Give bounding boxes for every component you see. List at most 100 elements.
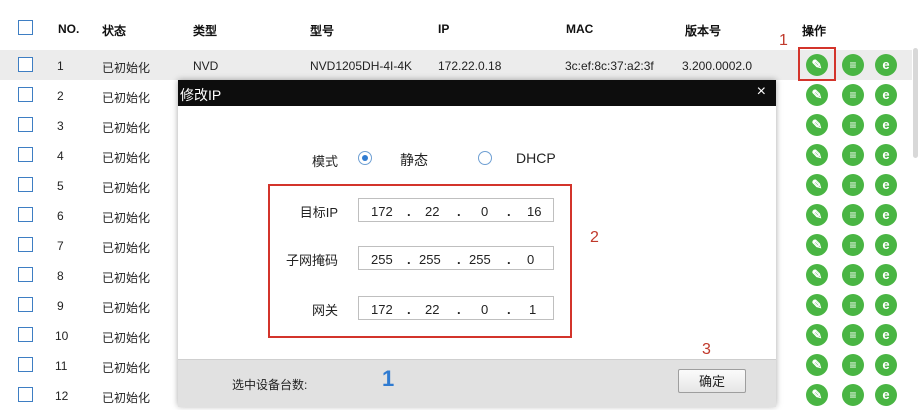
row-no: 6 xyxy=(57,209,64,223)
step-2-annotation: 2 xyxy=(590,229,599,246)
pencil-icon[interactable]: ✎ xyxy=(806,264,828,286)
browser-e-icon[interactable]: e xyxy=(875,264,897,286)
browser-e-icon[interactable]: e xyxy=(875,354,897,376)
select-all-checkbox[interactable] xyxy=(18,20,33,35)
row-no: 2 xyxy=(57,89,64,103)
edit-highlight-box xyxy=(798,47,836,81)
row-checkbox[interactable] xyxy=(18,57,33,72)
pencil-icon[interactable]: ✎ xyxy=(806,324,828,346)
row-status: 已初始化 xyxy=(102,151,151,165)
browser-e-icon[interactable]: e xyxy=(875,294,897,316)
row-no: 4 xyxy=(57,149,64,163)
browser-e-icon[interactable]: e xyxy=(875,204,897,226)
ip-input[interactable]: 172. 22. 0. 16 xyxy=(358,198,554,222)
close-icon[interactable]: × xyxy=(757,83,766,101)
row-model: NVD1205DH-4I-4K xyxy=(310,59,413,73)
row-checkbox[interactable] xyxy=(18,327,33,342)
document-icon[interactable]: ≡ xyxy=(842,174,864,196)
dhcp-radio[interactable] xyxy=(478,151,492,165)
row-mac: 3c:ef:8c:37:a2:3f xyxy=(565,59,654,73)
header-ops: 操作 xyxy=(802,24,827,38)
row-status: 已初始化 xyxy=(102,121,151,135)
browser-e-icon[interactable]: e xyxy=(875,54,897,76)
pencil-icon[interactable]: ✎ xyxy=(806,384,828,406)
selected-count-label: 选中设备台数: xyxy=(232,378,308,392)
pencil-icon[interactable]: ✎ xyxy=(806,114,828,136)
browser-e-icon[interactable]: e xyxy=(875,84,897,106)
row-no: 1 xyxy=(57,59,64,73)
modify-ip-dialog: 修改IP × 模式 静态 DHCP 目标IP 172. 22. 0. 16 子网… xyxy=(178,80,776,407)
row-status: 已初始化 xyxy=(102,181,151,195)
pencil-icon[interactable]: ✎ xyxy=(806,354,828,376)
row-checkbox[interactable] xyxy=(18,357,33,372)
document-icon[interactable]: ≡ xyxy=(842,204,864,226)
header-mac: MAC xyxy=(566,22,594,36)
row-no: 12 xyxy=(55,389,69,403)
table-row[interactable]: 1 已初始化 NVD NVD1205DH-4I-4K 172.22.0.18 3… xyxy=(0,50,912,80)
document-icon[interactable]: ≡ xyxy=(842,84,864,106)
scrollbar[interactable] xyxy=(913,48,918,158)
header-model: 型号 xyxy=(310,24,335,38)
document-icon[interactable]: ≡ xyxy=(842,384,864,406)
row-version: 3.200.0002.0 xyxy=(682,59,753,73)
browser-e-icon[interactable]: e xyxy=(875,234,897,256)
ip-label: 目标IP xyxy=(299,205,338,220)
document-icon[interactable]: ≡ xyxy=(842,144,864,166)
browser-e-icon[interactable]: e xyxy=(875,174,897,196)
selected-count: 1 xyxy=(382,366,395,391)
header-type: 类型 xyxy=(193,24,218,38)
row-checkbox[interactable] xyxy=(18,177,33,192)
mode-label: 模式 xyxy=(312,154,339,169)
browser-e-icon[interactable]: e xyxy=(875,324,897,346)
browser-e-icon[interactable]: e xyxy=(875,144,897,166)
row-no: 8 xyxy=(57,269,64,283)
document-icon[interactable]: ≡ xyxy=(842,234,864,256)
pencil-icon[interactable]: ✎ xyxy=(806,294,828,316)
row-status: 已初始化 xyxy=(102,271,151,285)
ok-button[interactable]: 确定 xyxy=(678,369,746,393)
pencil-icon[interactable]: ✎ xyxy=(806,84,828,106)
document-icon[interactable]: ≡ xyxy=(842,324,864,346)
row-status: 已初始化 xyxy=(102,331,151,345)
pencil-icon[interactable]: ✎ xyxy=(806,204,828,226)
row-no: 10 xyxy=(55,329,69,343)
gateway-input[interactable]: 172. 22. 0. 1 xyxy=(358,296,554,320)
row-status: 已初始化 xyxy=(102,301,151,315)
row-checkbox[interactable] xyxy=(18,237,33,252)
document-icon[interactable]: ≡ xyxy=(842,294,864,316)
pencil-icon[interactable]: ✎ xyxy=(806,234,828,256)
row-status: 已初始化 xyxy=(102,361,151,375)
row-status: 已初始化 xyxy=(102,391,151,405)
document-icon[interactable]: ≡ xyxy=(842,354,864,376)
subnet-mask-input[interactable]: 255. 255. 255. 0 xyxy=(358,246,554,270)
row-checkbox[interactable] xyxy=(18,87,33,102)
row-checkbox[interactable] xyxy=(18,297,33,312)
dhcp-label: DHCP xyxy=(516,150,556,166)
pencil-icon[interactable]: ✎ xyxy=(806,144,828,166)
row-checkbox[interactable] xyxy=(18,387,33,402)
document-icon[interactable]: ≡ xyxy=(842,114,864,136)
row-no: 7 xyxy=(57,239,64,253)
step-3-annotation: 3 xyxy=(702,341,711,358)
dialog-footer: 选中设备台数: 1 确定 xyxy=(178,359,776,407)
dialog-title: 修改IP xyxy=(180,87,222,103)
row-status: 已初始化 xyxy=(102,91,151,105)
header-no: NO. xyxy=(58,22,80,36)
row-checkbox[interactable] xyxy=(18,117,33,132)
row-type: NVD xyxy=(193,59,219,73)
document-icon[interactable]: ≡ xyxy=(842,54,864,76)
dialog-titlebar: 修改IP × xyxy=(178,80,776,106)
static-label: 静态 xyxy=(400,152,428,168)
row-no: 3 xyxy=(57,119,64,133)
dialog-body: 模式 静态 DHCP 目标IP 172. 22. 0. 16 子网掩码 255.… xyxy=(178,106,776,359)
browser-e-icon[interactable]: e xyxy=(875,114,897,136)
row-status: 已初始化 xyxy=(102,61,151,75)
row-checkbox[interactable] xyxy=(18,267,33,282)
row-checkbox[interactable] xyxy=(18,207,33,222)
static-radio[interactable] xyxy=(358,151,372,165)
row-checkbox[interactable] xyxy=(18,147,33,162)
row-status: 已初始化 xyxy=(102,211,151,225)
document-icon[interactable]: ≡ xyxy=(842,264,864,286)
browser-e-icon[interactable]: e xyxy=(875,384,897,406)
pencil-icon[interactable]: ✎ xyxy=(806,174,828,196)
